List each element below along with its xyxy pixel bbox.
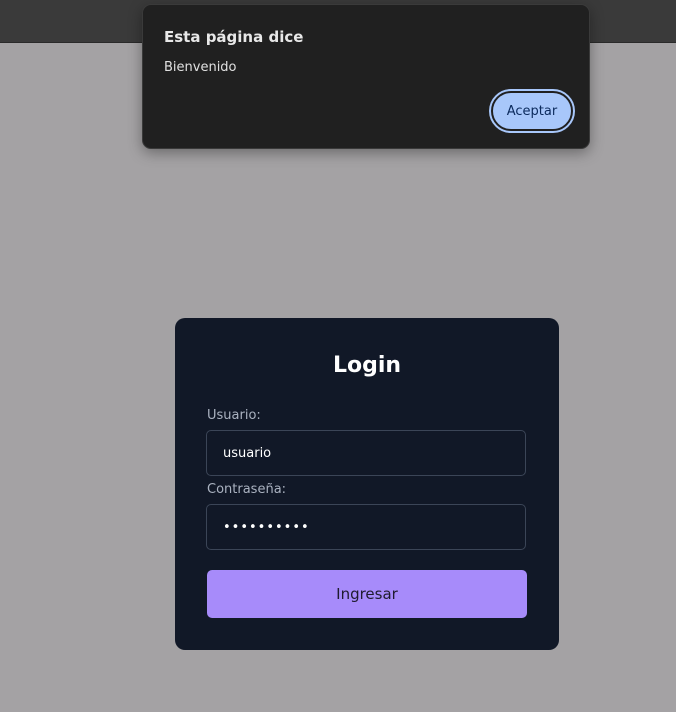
alert-dialog: Esta página dice Bienvenido Aceptar xyxy=(142,4,590,149)
login-card: Login Usuario: Contraseña: Ingresar xyxy=(175,318,559,650)
accept-button[interactable]: Aceptar xyxy=(489,89,575,133)
submit-button[interactable]: Ingresar xyxy=(207,570,527,618)
alert-message: Bienvenido xyxy=(164,60,237,75)
login-title: Login xyxy=(332,353,402,378)
alert-title: Esta página dice xyxy=(164,28,304,46)
username-label: Usuario: xyxy=(207,408,261,423)
password-label: Contraseña: xyxy=(207,482,287,497)
username-input[interactable] xyxy=(206,430,526,476)
password-input[interactable] xyxy=(206,504,526,550)
